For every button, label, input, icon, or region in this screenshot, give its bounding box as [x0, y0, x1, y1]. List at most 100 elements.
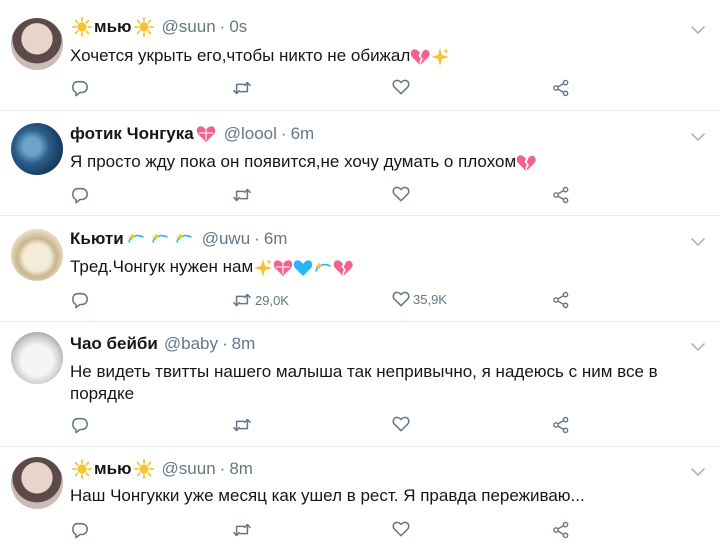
tweet-actions — [0, 79, 720, 101]
dizzy-icon — [313, 258, 333, 278]
separator-dot: · — [219, 459, 226, 478]
heart-with-ribbon-icon — [273, 259, 293, 277]
display-name[interactable]: Чао бейби — [70, 334, 158, 354]
retweet-button[interactable]: 29,0K — [232, 291, 289, 309]
retweet-icon — [232, 521, 252, 539]
tweet-actions — [0, 186, 720, 208]
like-icon — [392, 79, 410, 95]
display-name[interactable]: Кьюти — [70, 229, 124, 249]
dizzy-icon — [150, 229, 170, 249]
share-icon — [552, 291, 570, 309]
avatar[interactable] — [11, 123, 63, 175]
share-icon — [552, 416, 570, 434]
reply-button[interactable] — [71, 79, 89, 97]
tweet[interactable]: фотик Чонгука @loool · 6m Я просто жду п… — [0, 111, 720, 216]
display-name[interactable]: мью — [94, 459, 132, 479]
like-icon — [392, 416, 410, 432]
share-button[interactable] — [552, 416, 570, 434]
sparkles-icon — [253, 258, 273, 278]
share-button[interactable] — [552, 79, 570, 97]
reply-icon — [71, 186, 89, 204]
username[interactable]: @suun — [162, 17, 216, 37]
tweet[interactable]: мью @suun · 0s Хочется укрыть его,чтобы … — [0, 0, 720, 111]
separator-dot: · — [222, 334, 228, 353]
like-icon — [392, 291, 410, 307]
chevron-down-icon[interactable] — [690, 464, 706, 480]
separator-dot: · — [254, 229, 260, 248]
reply-icon — [71, 416, 89, 434]
broken-heart-icon — [410, 48, 430, 66]
tweet[interactable]: Кьюти @uwu · 6m Тред.Чонгук нужен нам 29… — [0, 216, 720, 322]
avatar[interactable] — [11, 332, 63, 384]
chevron-down-icon[interactable] — [690, 22, 706, 38]
display-name[interactable]: мью — [94, 17, 132, 37]
username[interactable]: @uwu — [202, 229, 250, 249]
display-name[interactable]: фотик Чонгука — [70, 124, 194, 144]
reply-button[interactable] — [71, 186, 89, 204]
dizzy-icon — [126, 229, 146, 249]
like-button[interactable] — [392, 416, 413, 432]
chevron-down-icon[interactable] — [690, 339, 706, 355]
tweet-text: Тред.Чонгук нужен нам — [70, 256, 680, 278]
timestamp[interactable]: 0s — [229, 17, 247, 37]
retweet-icon — [232, 79, 252, 97]
tweet-text: Не видеть твитты нашего малыша так непри… — [70, 361, 680, 405]
username[interactable]: @suun — [162, 459, 216, 479]
reply-button[interactable] — [71, 521, 89, 539]
sparkles-icon — [430, 47, 450, 67]
heart-with-ribbon-icon — [196, 125, 216, 143]
broken-heart-icon — [333, 259, 353, 277]
tweet-actions — [0, 416, 720, 438]
username[interactable]: @baby — [164, 334, 218, 354]
chevron-down-icon[interactable] — [690, 129, 706, 145]
like-button[interactable] — [392, 79, 413, 95]
avatar[interactable] — [11, 229, 63, 281]
tweet[interactable]: мью @suun · 8m Наш Чонгукки уже месяц ка… — [0, 447, 720, 554]
like-icon — [392, 521, 410, 537]
tweet-actions — [0, 521, 720, 543]
tweet-text-content: Не видеть твитты нашего малыша так непри… — [70, 362, 658, 403]
share-button[interactable] — [552, 291, 570, 309]
avatar[interactable] — [11, 457, 63, 509]
sun-icon — [72, 17, 92, 37]
share-button[interactable] — [552, 521, 570, 539]
username[interactable]: @loool — [224, 124, 277, 144]
tweet-text-content: Тред.Чонгук нужен нам — [70, 257, 254, 276]
retweet-button[interactable] — [232, 416, 255, 434]
timestamp[interactable]: 6m — [264, 229, 288, 249]
share-icon — [552, 521, 570, 539]
tweet-text-content: Наш Чонгукки уже месяц как ушел в рест. … — [70, 486, 585, 505]
like-button[interactable] — [392, 186, 413, 202]
timestamp[interactable]: 8m — [232, 334, 256, 354]
retweet-icon — [232, 416, 252, 434]
sun-icon — [134, 17, 154, 37]
separator-dot: · — [219, 17, 226, 36]
reply-button[interactable] — [71, 416, 89, 434]
sun-icon — [134, 459, 154, 479]
like-button[interactable] — [392, 521, 413, 537]
reply-icon — [71, 291, 89, 309]
retweet-button[interactable] — [232, 79, 255, 97]
retweet-button[interactable] — [232, 186, 255, 204]
separator-dot: · — [280, 124, 287, 143]
tweet-text-content: Хочется укрыть его,чтобы никто не обижал — [70, 46, 411, 65]
like-button[interactable]: 35,9K — [392, 291, 447, 307]
reply-button[interactable] — [71, 291, 89, 309]
like-icon — [392, 186, 410, 202]
retweet-icon — [232, 291, 252, 309]
timestamp[interactable]: 8m — [229, 459, 253, 479]
tweet-text-content: Я просто жду пока он появится,не хочу ду… — [70, 152, 517, 171]
tweet-text: Я просто жду пока он появится,не хочу ду… — [70, 151, 680, 173]
share-icon — [552, 186, 570, 204]
reply-icon — [71, 79, 89, 97]
retweet-button[interactable] — [232, 521, 255, 539]
blue-heart-icon — [293, 259, 313, 277]
share-button[interactable] — [552, 186, 570, 204]
sun-icon — [72, 459, 92, 479]
avatar[interactable] — [11, 18, 63, 70]
tweet[interactable]: Чао бейби @baby · 8m Не видеть твитты на… — [0, 322, 720, 447]
chevron-down-icon[interactable] — [690, 234, 706, 250]
timestamp[interactable]: 6m — [291, 124, 315, 144]
broken-heart-icon — [516, 154, 536, 172]
tweet-text: Наш Чонгукки уже месяц как ушел в рест. … — [70, 485, 680, 507]
